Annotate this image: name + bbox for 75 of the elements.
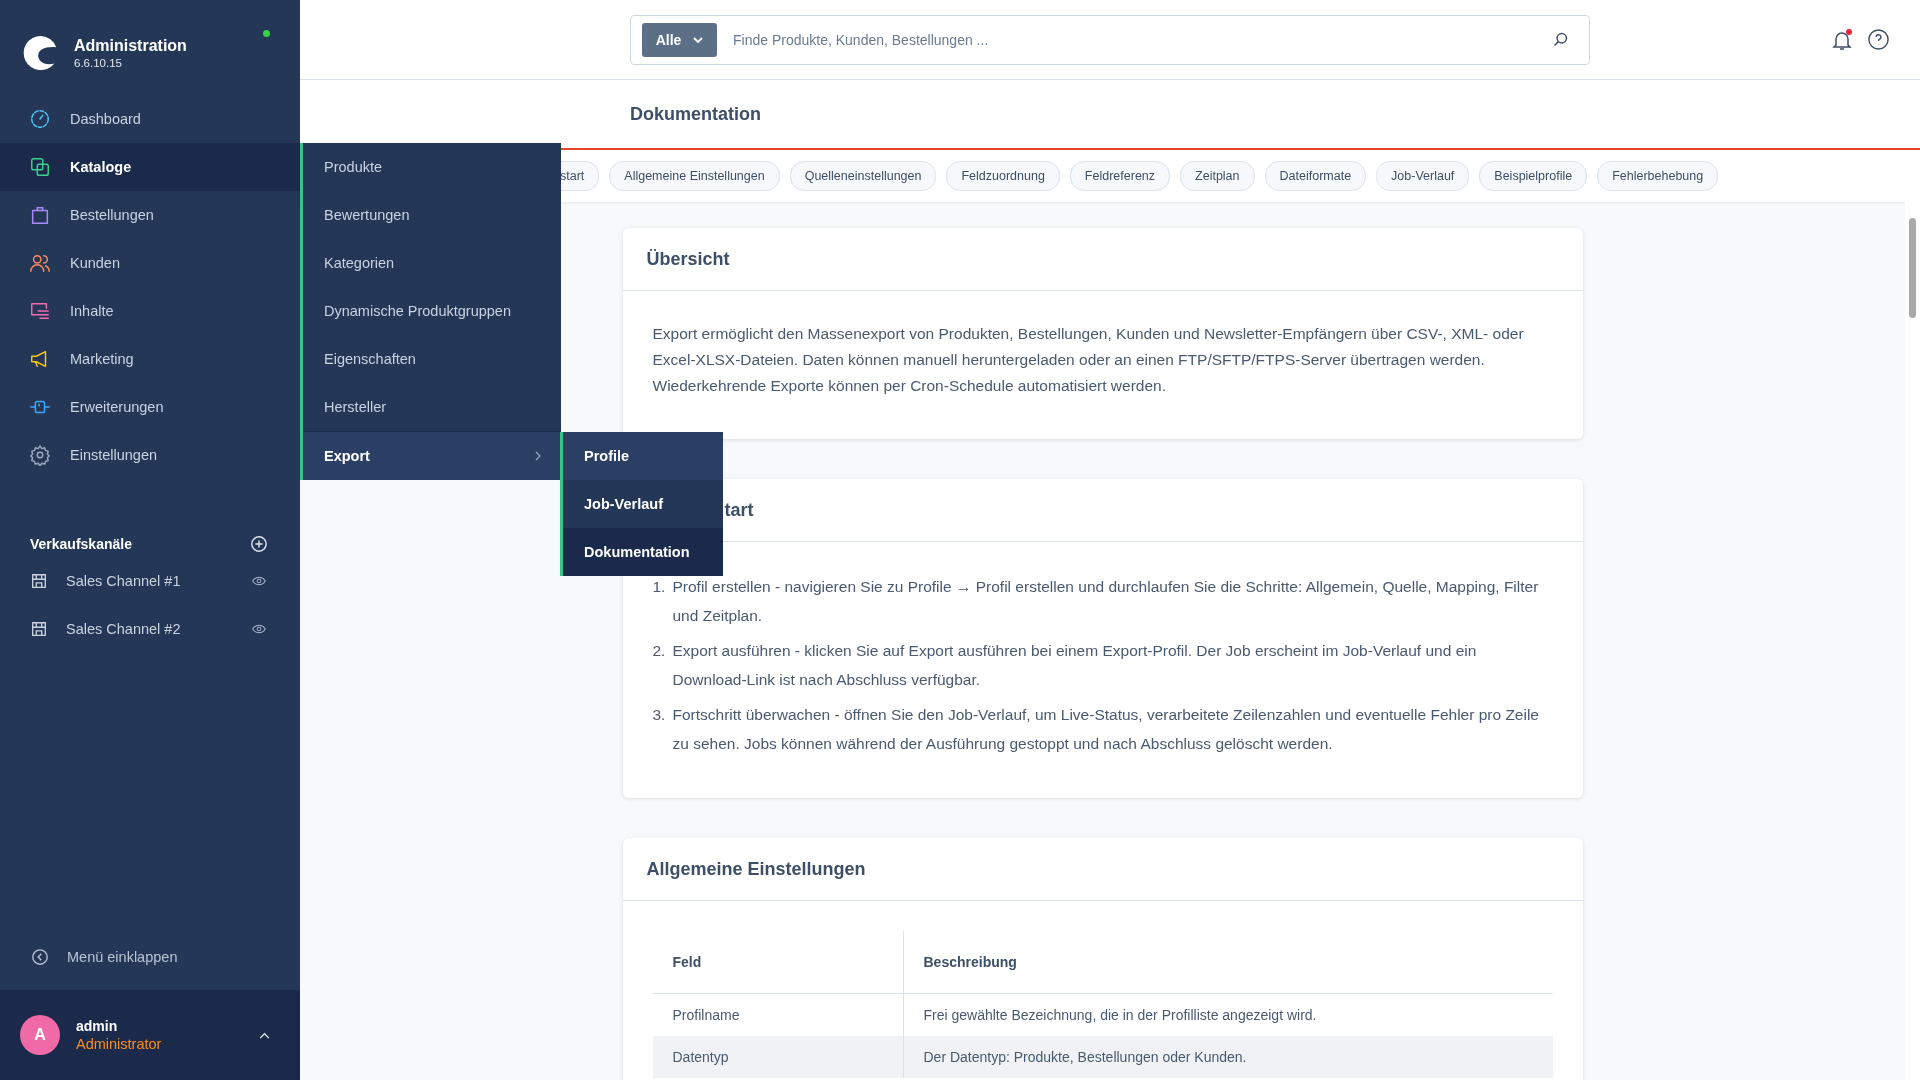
menu-item[interactable]: Export bbox=[303, 431, 561, 480]
section-title: Verkaufskanäle bbox=[30, 536, 132, 552]
section-link[interactable]: Job-Verlauf bbox=[1376, 161, 1470, 191]
scrollbar-thumb[interactable] bbox=[1909, 218, 1916, 318]
nav-item[interactable]: Einstellungen bbox=[0, 431, 300, 479]
nav-item[interactable]: Marketing bbox=[0, 335, 300, 383]
step-text: Profil erstellen - navigieren Sie zu Profile → Profil erstellen und durchlaufen Sie die Schritte: Allgemein, Quelle, Mapping, Filter und Zeitplan. bbox=[672, 577, 1540, 626]
eye-icon[interactable] bbox=[250, 622, 268, 636]
section-link[interactable]: start bbox=[560, 161, 600, 191]
user-panel[interactable]: A admin Administrator bbox=[0, 990, 300, 1080]
section-link[interactable]: Feldreferenz bbox=[1069, 161, 1171, 191]
help-icon[interactable] bbox=[1867, 28, 1890, 51]
eye-icon[interactable] bbox=[250, 574, 268, 588]
caret-icon bbox=[693, 36, 704, 43]
scope-dropdown[interactable]: Alle bbox=[642, 22, 717, 57]
menu-item[interactable]: Dynamische Produktgruppen bbox=[303, 287, 561, 335]
section-link[interactable]: Dateiformate bbox=[1264, 161, 1367, 191]
nav-item[interactable]: Dashboard bbox=[0, 95, 300, 143]
sales-channel-item[interactable]: Sales Channel #1 bbox=[0, 557, 300, 605]
scrollbar[interactable] bbox=[1905, 202, 1920, 1080]
search-icon[interactable] bbox=[1552, 31, 1569, 48]
avatar: A bbox=[20, 1015, 60, 1055]
bag-icon bbox=[29, 204, 51, 226]
user-name: admin bbox=[76, 1018, 119, 1034]
store-icon bbox=[30, 572, 48, 590]
add-icon[interactable] bbox=[250, 535, 268, 553]
nav-item[interactable]: Inhalte bbox=[0, 287, 300, 335]
user-role: Administrator bbox=[76, 1036, 163, 1052]
section-link[interactable]: Beispielprofile bbox=[1479, 161, 1588, 191]
card-title: tart bbox=[724, 499, 754, 521]
settings-icon bbox=[29, 444, 51, 466]
menu-item[interactable]: Produkte bbox=[303, 143, 561, 191]
menu-item[interactable]: Job-Verlauf bbox=[563, 480, 723, 528]
collapse-menu-button[interactable]: Menü einklappen bbox=[0, 933, 300, 981]
gauge-icon bbox=[29, 108, 51, 130]
menu-item[interactable]: Kategorien bbox=[303, 239, 561, 287]
nav-item[interactable]: Bestellungen bbox=[0, 191, 300, 239]
menu-item[interactable]: Eigenschaften bbox=[303, 335, 561, 383]
table-cell: Frei gewählte Bezeichnung, die in der Profilliste angezeigt wird. bbox=[903, 993, 1553, 1036]
step-number: 2. bbox=[652, 641, 667, 661]
chevron-up-icon[interactable] bbox=[259, 1031, 270, 1039]
column-header: Beschreibung bbox=[903, 931, 1553, 994]
section-link[interactable]: Quelleneinstellungen bbox=[789, 161, 937, 191]
step-number: 1. bbox=[652, 577, 667, 597]
bell-icon[interactable] bbox=[1830, 27, 1854, 52]
card-title: Übersicht bbox=[646, 248, 730, 270]
card-title: Allgemeine Einstellungen bbox=[646, 858, 866, 880]
table-cell: Der Datentyp: Produkte, Bestellungen oder Kunden. bbox=[903, 1036, 1553, 1078]
search-field[interactable]: Alle Finde Produkte, Kunden, Bestellungen ... bbox=[630, 14, 1590, 65]
table-cell: Datentyp bbox=[652, 1036, 903, 1078]
nav-item[interactable]: Kataloge bbox=[0, 143, 300, 191]
section-link[interactable]: Allgemeine Einstellungen bbox=[609, 161, 780, 191]
users-icon bbox=[29, 252, 51, 274]
chevron-left-icon bbox=[31, 948, 49, 966]
app-title: Administration bbox=[74, 37, 188, 55]
list-icon bbox=[29, 300, 51, 322]
store-icon bbox=[30, 620, 48, 638]
paragraph: Export ermöglicht den Massenexport von Produkten, Bestellungen, Kunden und Newsletter-Empfängern über CSV-, XML- oder Excel-XLSX-Dateien. Daten können manuell heruntergeladen oder an einen FTP/SFTP/FTPS-Server übertragen werden. Wiederkehrende Exporte können per Cron-Schedule automatisiert werden. bbox=[652, 324, 1525, 396]
version-label: 6.6.10.15 bbox=[74, 57, 123, 69]
copy-icon bbox=[29, 156, 51, 178]
step-text: Fortschritt überwachen - öffnen Sie den Job-Verlauf, um Live-Status, verarbeitete Zeilenzahlen und eventuelle Fehler pro Zeile zu sehen. Jobs können während der Ausführung gestoppt und nach Abschluss gelöscht werden. bbox=[672, 705, 1540, 754]
sales-channel-item[interactable]: Sales Channel #2 bbox=[0, 605, 300, 653]
step-text: Export ausführen - klicken Sie auf Export ausführen bei einem Export-Profil. Der Job erscheint im Job-Verlauf und ein Download-Link ist nach Abschluss verfügbar. bbox=[672, 641, 1478, 690]
menu-item[interactable]: Bewertungen bbox=[303, 191, 561, 239]
section-link[interactable]: Zeitplan bbox=[1180, 161, 1255, 191]
step-number: 3. bbox=[652, 705, 667, 725]
nav-item[interactable]: Kunden bbox=[0, 239, 300, 287]
page-title: Dokumentation bbox=[630, 103, 761, 125]
column-header: Feld bbox=[652, 931, 903, 994]
menu-item[interactable]: Dokumentation bbox=[563, 528, 723, 576]
menu-item[interactable]: Profile bbox=[563, 432, 723, 480]
nav-item[interactable]: Erweiterungen bbox=[0, 383, 300, 431]
section-link[interactable]: Fehlerbehebung bbox=[1597, 161, 1719, 191]
menu-item[interactable]: Hersteller bbox=[303, 383, 561, 431]
section-link[interactable]: Feldzuordnung bbox=[946, 161, 1060, 191]
